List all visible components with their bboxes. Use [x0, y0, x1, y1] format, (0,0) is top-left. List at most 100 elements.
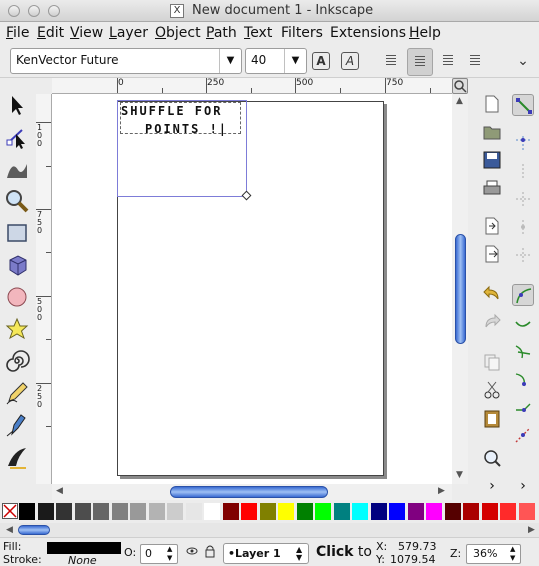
palette-swatch[interactable]: [222, 503, 239, 520]
star-tool-button[interactable]: [4, 316, 30, 342]
palette-scroll-thumb[interactable]: [18, 525, 50, 535]
palette-swatch[interactable]: [389, 503, 405, 520]
palette-swatch[interactable]: [241, 503, 257, 520]
menu-file[interactable]: File: [6, 25, 29, 41]
spiral-tool-button[interactable]: [4, 348, 30, 374]
palette-swatch[interactable]: [278, 503, 294, 520]
menu-filters[interactable]: Filters: [281, 25, 323, 41]
palette-swatch[interactable]: [37, 503, 54, 520]
vertical-scroll-thumb[interactable]: [455, 234, 466, 344]
horizontal-ruler[interactable]: 0 250 500 750: [52, 78, 452, 94]
undo-button[interactable]: [482, 284, 502, 304]
horizontal-scroll-thumb[interactable]: [170, 486, 328, 498]
snap-midpoints-toggle[interactable]: [512, 216, 534, 238]
zoom-spinbox[interactable]: 36% ▲ ▼: [466, 544, 521, 564]
snap-cusp-toggle[interactable]: [512, 368, 534, 390]
align-justify-button[interactable]: [464, 50, 486, 72]
palette-swatch[interactable]: [185, 503, 202, 520]
scroll-right-arrow-icon[interactable]: ▶: [528, 525, 535, 535]
palette-swatch[interactable]: [370, 503, 387, 520]
align-center-button[interactable]: [407, 48, 433, 76]
palette-swatch[interactable]: [481, 503, 498, 520]
paste-button[interactable]: [482, 408, 502, 428]
new-document-button[interactable]: [482, 94, 502, 114]
menu-help[interactable]: Help: [409, 25, 441, 41]
3dbox-tool-button[interactable]: [4, 252, 30, 278]
snap-bbox-edges-toggle[interactable]: [512, 160, 534, 182]
align-right-button[interactable]: [437, 50, 459, 72]
open-button[interactable]: [482, 122, 502, 142]
scroll-down-arrow-icon[interactable]: ▼: [456, 470, 463, 480]
menu-object[interactable]: Object: [155, 25, 201, 41]
snap-nodes-toggle[interactable]: [512, 284, 534, 306]
chevron-down-icon[interactable]: ▼: [284, 49, 306, 73]
snap-enable-toggle[interactable]: [512, 94, 534, 116]
redo-button[interactable]: [482, 312, 502, 332]
selector-tool-button[interactable]: [4, 92, 30, 118]
font-family-combo[interactable]: KenVector Future ▼: [10, 48, 242, 74]
ellipse-tool-button[interactable]: [4, 284, 30, 310]
menu-path[interactable]: Path: [206, 25, 237, 41]
menu-text[interactable]: Text: [244, 25, 272, 41]
zoom-tool-button[interactable]: [4, 188, 30, 214]
no-paint-swatch[interactable]: [2, 503, 18, 519]
commands-overflow-icon[interactable]: ›: [482, 478, 502, 498]
palette-swatch[interactable]: [19, 503, 35, 520]
layer-dropdown[interactable]: •Layer 1 ▲ ▼: [223, 543, 309, 564]
palette-swatch[interactable]: [259, 503, 276, 520]
scroll-left-arrow-icon[interactable]: ◀: [6, 525, 13, 535]
palette-swatch[interactable]: [93, 503, 109, 520]
vertical-scrollbar[interactable]: ▲ ▼: [452, 94, 468, 484]
palette-swatch[interactable]: [333, 503, 350, 520]
scroll-right-arrow-icon[interactable]: ▶: [438, 486, 445, 496]
horizontal-scrollbar[interactable]: ◀ ▶: [52, 484, 452, 500]
snap-overflow-icon[interactable]: ›: [512, 478, 534, 500]
calligraphy-tool-button[interactable]: [4, 444, 30, 470]
palette-swatch[interactable]: [407, 503, 424, 520]
zoom-window-button[interactable]: [48, 5, 60, 17]
palette-swatch[interactable]: [444, 503, 461, 520]
vertical-ruler[interactable]: 1 0 0 7 5 0 5 0 0 2 5 0: [36, 94, 52, 484]
palette-swatch[interactable]: [518, 503, 535, 520]
fill-color-indicator[interactable]: [47, 542, 121, 554]
export-button[interactable]: [482, 244, 502, 264]
rect-tool-button[interactable]: [4, 220, 30, 246]
chevron-down-icon[interactable]: ▼: [219, 49, 241, 73]
toolbar-overflow-button[interactable]: ⌄: [512, 50, 534, 72]
scroll-up-arrow-icon[interactable]: ▲: [456, 96, 463, 106]
palette-swatch[interactable]: [148, 503, 165, 520]
import-button[interactable]: [482, 216, 502, 236]
menu-view[interactable]: View: [70, 25, 103, 41]
stroke-value[interactable]: None: [68, 554, 97, 566]
snap-bbox-corners-toggle[interactable]: [512, 188, 534, 210]
save-button[interactable]: [482, 150, 502, 170]
close-window-button[interactable]: [8, 5, 20, 17]
menu-extensions[interactable]: Extensions: [330, 25, 406, 41]
pencil-tool-button[interactable]: [4, 380, 30, 406]
snap-guides-toggle[interactable]: [512, 424, 534, 446]
palette-swatch[interactable]: [352, 503, 368, 520]
cut-button[interactable]: [482, 380, 502, 400]
palette-swatch[interactable]: [426, 503, 442, 520]
palette-swatch[interactable]: [296, 503, 313, 520]
lock-icon[interactable]: [204, 544, 216, 561]
snap-paths-toggle[interactable]: [512, 312, 534, 334]
font-size-combo[interactable]: 40 ▼: [245, 48, 307, 74]
snap-intersections-toggle[interactable]: [512, 340, 534, 362]
spin-arrows-icon[interactable]: ▲ ▼: [167, 545, 172, 563]
align-left-button[interactable]: [380, 50, 402, 72]
eye-icon[interactable]: [186, 545, 198, 560]
palette-swatch[interactable]: [111, 503, 128, 520]
palette-swatch[interactable]: [204, 503, 220, 520]
menu-edit[interactable]: Edit: [37, 25, 64, 41]
zoom-corner-icon[interactable]: [452, 78, 468, 94]
bold-button[interactable]: A: [312, 52, 330, 70]
opacity-spinbox[interactable]: 0 ▲ ▼: [140, 544, 178, 564]
node-tool-button[interactable]: [4, 124, 30, 150]
minimize-window-button[interactable]: [28, 5, 40, 17]
menu-layer[interactable]: Layer: [109, 25, 148, 41]
drawing-canvas[interactable]: SHUFFLE FOR POINTS !|: [52, 94, 452, 484]
palette-swatch[interactable]: [463, 503, 479, 520]
snap-bbox-toggle[interactable]: [512, 132, 534, 154]
palette-scrollbar[interactable]: ◀ ▶: [0, 523, 539, 537]
